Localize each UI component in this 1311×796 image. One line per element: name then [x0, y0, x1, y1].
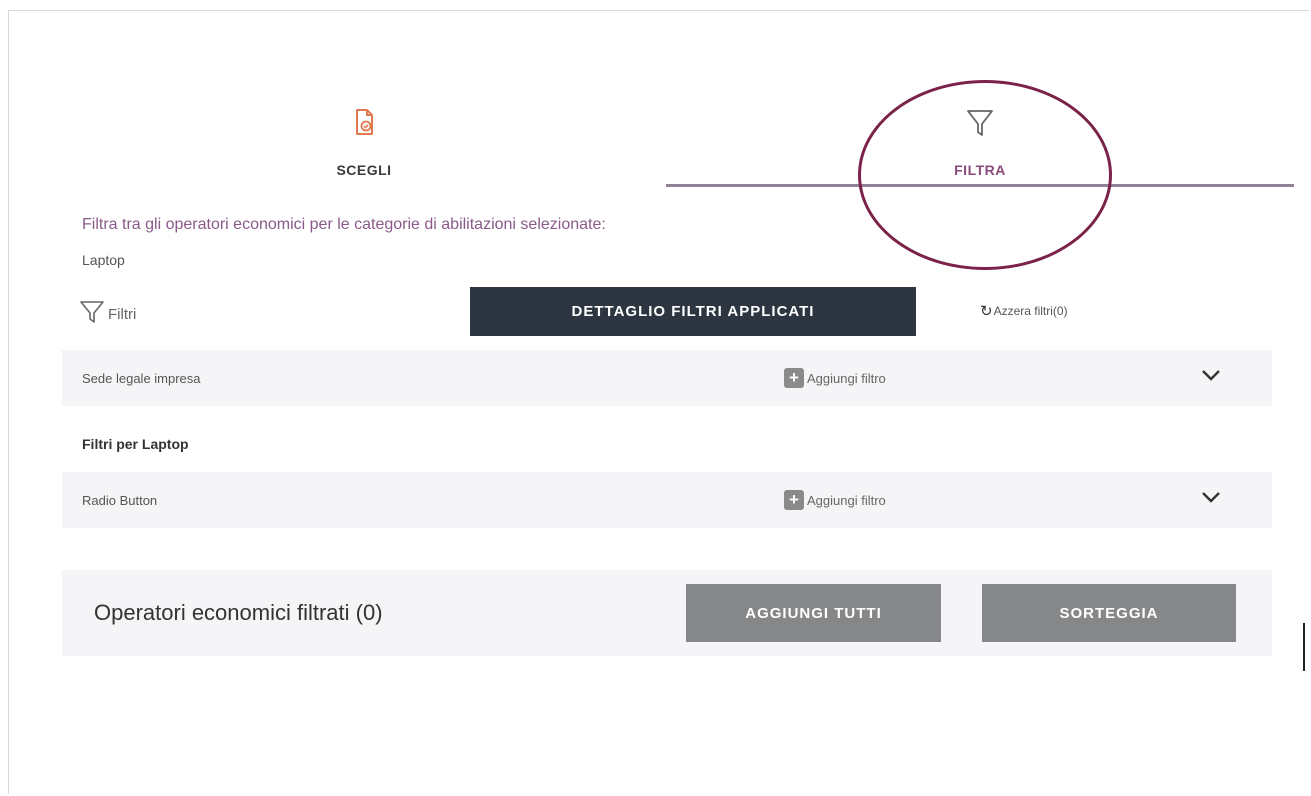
add-filter-button[interactable]: + Aggiungi filtro	[784, 368, 886, 388]
text-cursor	[1303, 623, 1305, 671]
reset-filters-label: Azzera filtri(0)	[993, 304, 1068, 318]
funnel-icon	[80, 300, 104, 328]
filter-row-sede-legale[interactable]: Sede legale impresa + Aggiungi filtro	[62, 350, 1272, 406]
add-filter-button[interactable]: + Aggiungi filtro	[784, 490, 886, 510]
tab-scegli-label: SCEGLI	[336, 162, 392, 178]
tab-scegli[interactable]: SCEGLI	[62, 100, 666, 188]
plus-icon: +	[784, 490, 804, 510]
wizard-tabs: SCEGLI FILTRA	[62, 100, 1294, 188]
filtered-operators-count: Operatori economici filtrati (0)	[94, 600, 383, 625]
document-check-icon	[354, 108, 374, 141]
chevron-down-icon[interactable]	[1200, 490, 1222, 509]
section-title-laptop-filters: Filtri per Laptop	[82, 436, 189, 452]
tab-filtra-label: FILTRA	[954, 162, 1006, 178]
applied-filters-detail-button[interactable]: DETTAGLIO FILTRI APPLICATI	[470, 287, 916, 336]
filter-row-label: Sede legale impresa	[82, 370, 201, 386]
active-tab-underline	[666, 184, 1294, 187]
add-filter-label: Aggiungi filtro	[807, 492, 886, 508]
chevron-down-icon[interactable]	[1200, 368, 1222, 387]
add-filter-label: Aggiungi filtro	[807, 370, 886, 386]
results-bar: Operatori economici filtrati (0) AGGIUNG…	[62, 570, 1272, 656]
filter-row-radio-button[interactable]: Radio Button + Aggiungi filtro	[62, 472, 1272, 528]
selected-category: Laptop	[82, 252, 125, 268]
filter-description: Filtra tra gli operatori economici per l…	[82, 216, 606, 233]
funnel-icon	[966, 108, 994, 143]
filter-row-label: Radio Button	[82, 492, 158, 508]
add-all-button[interactable]: AGGIUNGI TUTTI	[686, 584, 941, 642]
filters-label: Filtri	[108, 305, 137, 323]
reset-filters-link[interactable]: ↻ Azzera filtri(0)	[980, 302, 1068, 320]
plus-icon: +	[784, 368, 804, 388]
draw-button[interactable]: SORTEGGIA	[982, 584, 1236, 642]
filters-heading: Filtri	[80, 300, 136, 328]
refresh-icon: ↻	[980, 303, 993, 320]
tab-filtra[interactable]: FILTRA	[666, 100, 1294, 188]
